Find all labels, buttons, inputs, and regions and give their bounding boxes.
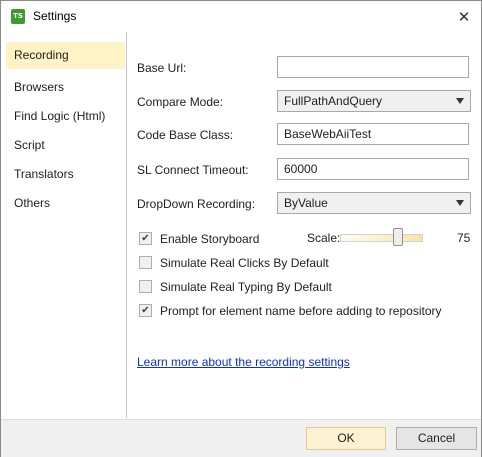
recording-settings-panel: Base Url: Compare Mode: FullPathAndQuery… (127, 32, 481, 418)
settings-sidebar: Recording Browsers Find Logic (Html) Scr… (1, 32, 127, 418)
scale-value: 75 (457, 231, 471, 245)
compare-mode-dropdown[interactable]: FullPathAndQuery (277, 90, 471, 112)
title-bar: TS Settings ✕ (1, 1, 481, 32)
dropdown-recording-value: ByValue (284, 196, 328, 210)
sidebar-item-others[interactable]: Others (6, 190, 125, 217)
sl-connect-timeout-input[interactable]: 60000 (277, 158, 469, 180)
simulate-clicks-checkbox[interactable] (139, 256, 152, 269)
ok-button[interactable]: OK (306, 427, 386, 450)
window-title: Settings (33, 9, 77, 23)
prompt-element-name-label[interactable]: Prompt for element name before adding to… (160, 304, 441, 318)
chevron-down-icon (456, 98, 464, 104)
enable-storyboard-checkbox[interactable]: ✔ (139, 232, 152, 245)
code-base-class-label: Code Base Class: (137, 128, 234, 142)
app-icon: TS (11, 9, 25, 24)
enable-storyboard-label[interactable]: Enable Storyboard (160, 232, 259, 246)
simulate-typing-checkbox[interactable] (139, 280, 152, 293)
scale-slider-track[interactable] (340, 234, 423, 242)
sidebar-item-translators[interactable]: Translators (6, 161, 125, 188)
sl-connect-timeout-label: SL Connect Timeout: (137, 163, 249, 177)
base-url-label: Base Url: (137, 61, 187, 75)
chevron-down-icon (456, 200, 464, 206)
sidebar-item-script[interactable]: Script (6, 132, 125, 159)
recording-settings-help-link[interactable]: Learn more about the recording settings (137, 355, 350, 369)
prompt-element-name-checkbox[interactable]: ✔ (139, 304, 152, 317)
compare-mode-label: Compare Mode: (137, 95, 224, 109)
code-base-class-input[interactable]: BaseWebAiiTest (277, 123, 469, 145)
base-url-input[interactable] (277, 56, 469, 78)
simulate-typing-label[interactable]: Simulate Real Typing By Default (160, 280, 332, 294)
dropdown-recording-dropdown[interactable]: ByValue (277, 192, 471, 214)
dropdown-recording-label: DropDown Recording: (137, 197, 256, 211)
close-icon[interactable]: ✕ (453, 7, 475, 27)
cancel-button[interactable]: Cancel (396, 427, 477, 450)
sidebar-item-browsers[interactable]: Browsers (6, 74, 125, 101)
simulate-clicks-label[interactable]: Simulate Real Clicks By Default (160, 256, 329, 270)
dialog-footer: OK Cancel (1, 419, 481, 457)
sidebar-item-find-logic[interactable]: Find Logic (Html) (6, 103, 125, 130)
compare-mode-value: FullPathAndQuery (284, 94, 383, 108)
scale-slider-thumb[interactable] (393, 228, 403, 246)
settings-dialog: TS Settings ✕ Recording Browsers Find Lo… (0, 0, 482, 457)
scale-label: Scale: (307, 231, 341, 245)
sidebar-item-recording[interactable]: Recording (6, 42, 125, 69)
